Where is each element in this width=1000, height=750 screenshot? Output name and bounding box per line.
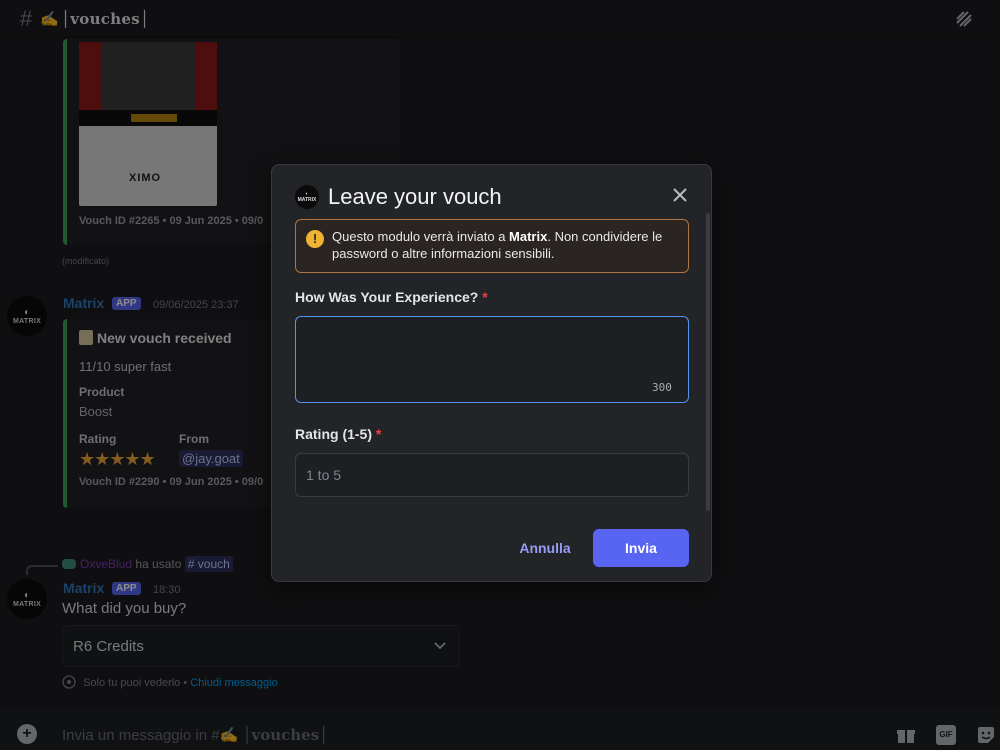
- vouch-modal: ◐ MATRIX Leave your vouch ! Questo modulo…: [271, 164, 712, 582]
- rating-label: Rating (1-5) *: [295, 426, 382, 442]
- rating-input[interactable]: [295, 453, 689, 497]
- warning-text: Questo modulo verrà inviato a Matrix. No…: [332, 229, 663, 261]
- warning-icon: !: [306, 230, 324, 248]
- character-counter: 300: [652, 381, 672, 394]
- cancel-button[interactable]: Annulla: [510, 529, 580, 567]
- submit-button[interactable]: Invia: [593, 529, 689, 567]
- experience-textarea[interactable]: [295, 316, 689, 403]
- app-avatar: ◐ MATRIX: [295, 185, 319, 209]
- warning-notice: ! Questo modulo verrà inviato a Matrix. …: [295, 219, 689, 273]
- experience-label: How Was Your Experience? *: [295, 289, 488, 305]
- close-icon[interactable]: [670, 185, 690, 205]
- modal-title: Leave your vouch: [328, 184, 502, 209]
- modal-scrollbar[interactable]: [706, 213, 710, 511]
